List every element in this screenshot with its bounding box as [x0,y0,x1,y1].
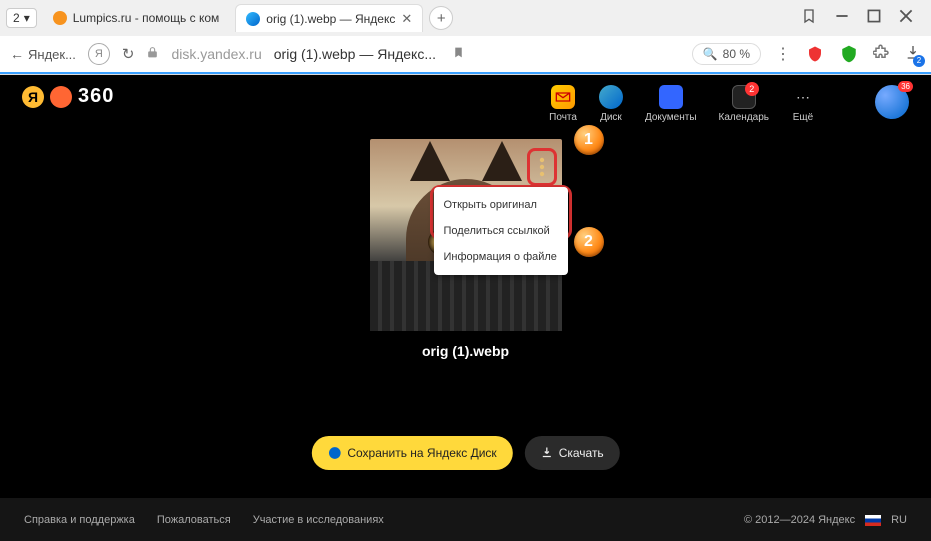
svc-label: Документы [645,112,697,123]
logo-text: 360 [78,85,114,108]
save-to-disk-button[interactable]: Сохранить на Яндекс Диск [311,436,512,470]
close-icon[interactable]: ✕ [401,11,412,27]
avatar-badge: 36 [898,81,913,92]
disk-small-icon [327,446,341,460]
close-window-button[interactable] [899,9,913,28]
logo-o-icon [50,86,72,108]
bookmark-outline-icon[interactable] [801,8,817,28]
url-domain[interactable]: disk.yandex.ru [171,46,261,62]
zoom-indicator[interactable]: 🔍 80 % [692,43,761,65]
site-info-icon[interactable]: Я [88,43,110,65]
tab-lumpics[interactable]: Lumpics.ru - помощь с ком [43,4,230,32]
lock-icon[interactable] [146,46,159,62]
disk-icon [599,85,623,109]
bookmark-icon[interactable] [452,46,465,62]
tab-title: Lumpics.ru - помощь с ком [73,11,220,25]
service-more[interactable]: ⋯ Ещё [791,85,815,123]
footer-research-link[interactable]: Участие в исследованиях [253,514,384,526]
download-icon [541,446,553,461]
back-label: Яндек... [28,47,76,62]
btn-label: Скачать [559,446,604,460]
browser-chrome: 2 ▾ Lumpics.ru - помощь с ком orig (1).w… [0,0,931,75]
new-tab-button[interactable]: + [429,6,453,30]
footer: Справка и поддержка Пожаловаться Участие… [0,498,931,541]
zoom-value: 80 % [723,47,750,61]
calendar-icon: 2 [732,85,756,109]
docs-icon [659,85,683,109]
ctx-file-info[interactable]: Информация о файле [434,244,568,270]
file-name: orig (1).webp [422,343,509,359]
annotation-marker-1: 1 [574,125,604,155]
maximize-button[interactable] [867,9,881,28]
zoom-icon: 🔍 [703,47,718,61]
more-vert-icon[interactable]: ⋮ [775,44,791,64]
url-title[interactable]: orig (1).webp — Яндекс... [274,46,436,62]
footer-lang[interactable]: RU [891,514,907,526]
service-mail[interactable]: Почта [549,85,577,123]
service-docs[interactable]: Документы [645,85,697,123]
image-more-button[interactable] [532,153,552,181]
mail-icon [551,85,575,109]
context-menu: Открыть оригинал Поделиться ссылкой Инфо… [434,187,568,275]
service-calendar[interactable]: 2 Календарь [719,85,769,123]
svc-label: Календарь [719,112,769,123]
footer-report-link[interactable]: Пожаловаться [157,514,231,526]
minimize-button[interactable] [835,9,849,28]
action-buttons: Сохранить на Яндекс Диск Скачать [311,436,619,470]
back-button[interactable]: ← Яндек... [10,46,76,62]
footer-help-link[interactable]: Справка и поддержка [24,514,135,526]
svc-label: Ещё [793,112,813,123]
flag-ru-icon [865,515,881,526]
downloads-button[interactable]: 2 [905,44,921,65]
preview-area: 1 Открыть оригинал Поделиться ссылкой Ин… [370,139,562,359]
services-nav: Почта Диск Документы 2 Календарь ⋯ Ещё [549,85,815,123]
extension-shield2-icon[interactable] [839,44,859,64]
marker-num: 2 [584,233,593,251]
download-button[interactable]: Скачать [525,436,620,470]
ctx-open-original[interactable]: Открыть оригинал [434,192,568,218]
extensions-puzzle-icon[interactable] [873,43,891,66]
tab-yandex-disk[interactable]: orig (1).webp — Яндекс ✕ [235,4,423,32]
more-horiz-icon: ⋯ [791,85,815,109]
calendar-badge: 2 [745,82,759,96]
favicon-lumpics-icon [53,11,67,25]
chevron-down-icon: ▾ [24,11,30,25]
tabs-row: 2 ▾ Lumpics.ru - помощь с ком orig (1).w… [0,0,931,36]
address-bar: ← Яндек... Я ↻ disk.yandex.ru orig (1).w… [0,36,931,74]
extension-shield-icon[interactable] [805,44,825,64]
svc-label: Диск [600,112,622,123]
tab-group[interactable]: 2 ▾ [6,8,37,28]
footer-copyright: © 2012—2024 Яндекс [744,514,855,526]
avatar[interactable]: 36 [875,85,909,119]
page-content: Я 360 Почта Диск Документы 2 [0,75,931,541]
favicon-disk-icon [246,12,260,26]
logo-y-icon: Я [22,86,44,108]
reload-button[interactable]: ↻ [122,45,135,63]
marker-num: 1 [584,131,593,149]
header: Я 360 Почта Диск Документы 2 [0,75,931,131]
tab-group-count: 2 [13,11,20,25]
annotation-marker-2: 2 [574,227,604,257]
image-preview[interactable]: 1 Открыть оригинал Поделиться ссылкой Ин… [370,139,562,331]
arrow-left-icon: ← [10,46,24,62]
btn-label: Сохранить на Яндекс Диск [347,446,496,460]
tab-title: orig (1).webp — Яндекс [266,12,395,26]
yandex-360-logo[interactable]: Я 360 [22,85,114,108]
service-disk[interactable]: Диск [599,85,623,123]
downloads-badge: 2 [913,55,925,67]
ctx-share-link[interactable]: Поделиться ссылкой [434,218,568,244]
svc-label: Почта [549,112,577,123]
